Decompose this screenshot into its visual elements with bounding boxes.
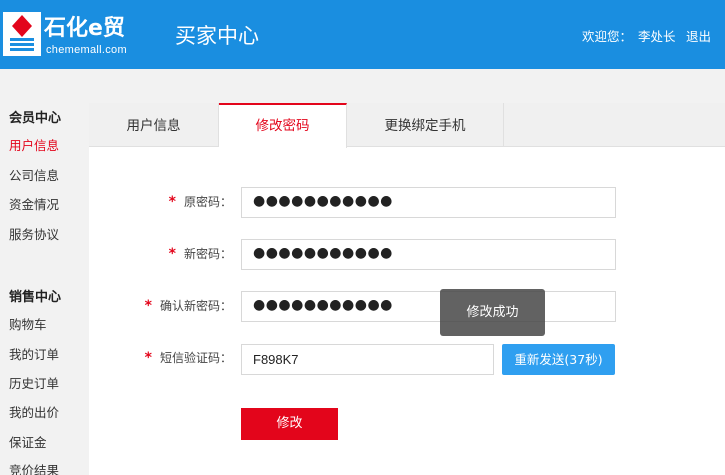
welcome-prefix: 欢迎您： [582, 29, 633, 44]
sidebar-item-user-info[interactable]: 用户信息 [9, 135, 59, 154]
required-mark: * [168, 194, 176, 210]
sidebar-item-company-info[interactable]: 公司信息 [9, 165, 59, 184]
sidebar-item-bid-results[interactable]: 竞价结果 [9, 460, 59, 475]
old-password-label-text: 原密码： [183, 195, 232, 209]
resend-sms-button[interactable]: 重新发送(37秒) [502, 344, 615, 375]
sms-code-input[interactable]: F898K7 [241, 344, 494, 375]
new-password-input[interactable]: ●●●●●●●●●●● [241, 239, 616, 270]
tab-user-info[interactable]: 用户信息 [89, 103, 219, 147]
top-header: 石化e贸 chememall.com 买家中心 欢迎您： 李处长 退出 [0, 0, 725, 69]
old-password-input[interactable]: ●●●●●●●●●●● [241, 187, 616, 218]
confirm-password-label-text: 确认新密码： [159, 299, 232, 313]
sidebar-section-member: 会员中心 [9, 111, 62, 126]
sidebar-item-cart[interactable]: 购物车 [9, 314, 47, 333]
sinopec-logo-icon [3, 12, 41, 56]
new-password-label-text: 新密码： [183, 247, 232, 261]
sidebar-item-history-orders[interactable]: 历史订单 [9, 373, 59, 392]
logo-domain-text: chememall.com [46, 44, 127, 56]
tab-change-password[interactable]: 修改密码 [219, 103, 347, 148]
main-content [89, 103, 725, 475]
sms-code-label-text: 短信验证码： [159, 351, 232, 365]
welcome-text: 欢迎您： 李处长 [582, 26, 676, 45]
sidebar-item-my-orders[interactable]: 我的订单 [9, 344, 59, 363]
submit-button[interactable]: 修改 [241, 408, 338, 440]
old-password-label: * 原密码： [140, 193, 232, 210]
confirm-password-label: * 确认新密码： [110, 297, 232, 314]
logout-link[interactable]: 退出 [686, 26, 711, 45]
logo[interactable]: 石化e贸 chememall.com [0, 6, 150, 64]
old-password-value: ●●●●●●●●●●● [253, 193, 393, 209]
new-password-value: ●●●●●●●●●●● [253, 245, 393, 261]
success-toast: 修改成功 [440, 289, 545, 336]
sms-code-label: * 短信验证码： [110, 349, 232, 366]
sidebar-item-my-bids[interactable]: 我的出价 [9, 402, 59, 421]
logo-chinese-text: 石化e贸 [44, 16, 125, 41]
sidebar-item-deposit[interactable]: 保证金 [9, 432, 47, 451]
confirm-password-value: ●●●●●●●●●●● [253, 297, 393, 313]
sms-code-value: F898K7 [253, 352, 299, 367]
user-name[interactable]: 李处长 [638, 29, 676, 44]
new-password-label: * 新密码： [140, 245, 232, 262]
tab-change-phone[interactable]: 更换绑定手机 [347, 103, 504, 147]
sidebar-item-funds[interactable]: 资金情况 [9, 194, 59, 213]
required-mark: * [144, 298, 152, 314]
sidebar-section-sales: 销售中心 [9, 290, 62, 305]
required-mark: * [168, 246, 176, 262]
required-mark: * [144, 350, 152, 366]
confirm-password-input[interactable]: ●●●●●●●●●●● [241, 291, 616, 322]
page-title: 买家中心 [175, 24, 259, 48]
sidebar-item-service-agreement[interactable]: 服务协议 [9, 224, 59, 243]
